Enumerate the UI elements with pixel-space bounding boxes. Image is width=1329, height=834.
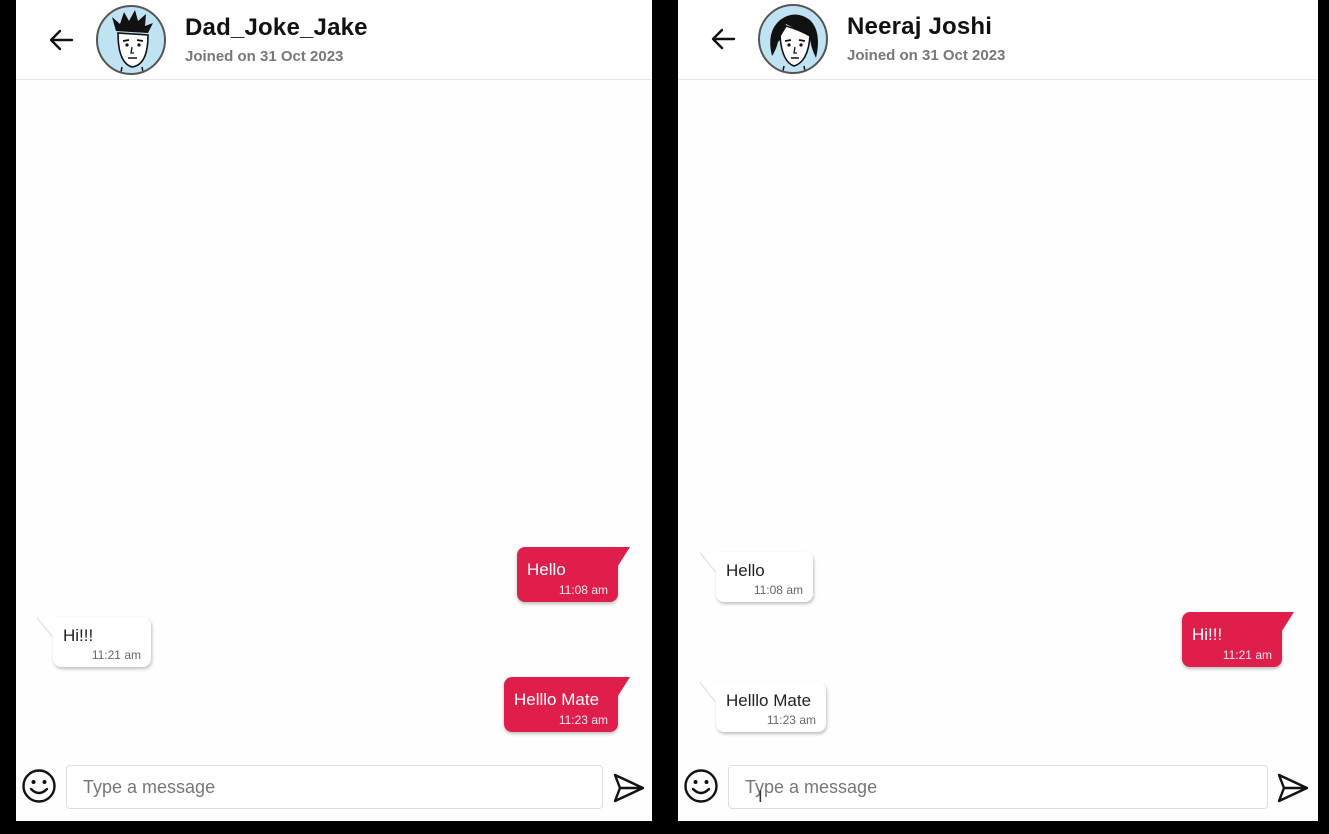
joined-date: Joined on 31 Oct 2023 — [185, 48, 344, 65]
smiley-icon — [684, 769, 718, 803]
message-received: Helllo Mate 11:23 am — [700, 682, 826, 732]
message-time: 11:21 am — [91, 648, 141, 662]
text-cursor-icon: I — [758, 787, 763, 806]
message-composer — [16, 760, 652, 818]
message-text: Hello — [726, 561, 765, 580]
chat-panel-left: Dad_Joke_Jake Joined on 31 Oct 2023 Hell… — [16, 0, 652, 821]
paper-plane-icon — [1277, 773, 1309, 803]
chat-header: Dad_Joke_Jake Joined on 31 Oct 2023 — [16, 0, 652, 80]
message-text: Hi!!! — [1192, 625, 1223, 644]
back-button[interactable] — [46, 25, 76, 55]
message-composer: I — [678, 760, 1318, 818]
message-time: 11:21 am — [1222, 648, 1272, 662]
message-input[interactable] — [66, 765, 603, 809]
message-time: 11:08 am — [558, 583, 608, 597]
back-button[interactable] — [708, 24, 738, 54]
paper-plane-icon — [613, 773, 645, 803]
contact-name: Dad_Joke_Jake — [185, 14, 368, 41]
message-sent: Helllo Mate 11:23 am — [504, 677, 630, 732]
message-sent: Hi!!! 11:21 am — [1182, 612, 1294, 667]
emoji-button[interactable] — [683, 768, 719, 804]
avatar-image — [770, 14, 818, 72]
send-button[interactable] — [1276, 771, 1310, 805]
message-text: Hello — [527, 560, 566, 579]
chat-panel-right: Neeraj Joshi Joined on 31 Oct 2023 Hello… — [678, 0, 1318, 821]
arrow-left-icon — [49, 29, 74, 51]
message-time: 11:08 am — [753, 583, 803, 597]
joined-date: Joined on 31 Oct 2023 — [847, 47, 1006, 64]
message-text: Helllo Mate — [726, 691, 812, 710]
avatar[interactable] — [96, 5, 166, 75]
arrow-left-icon — [711, 28, 736, 50]
message-received: Hello 11:08 am — [700, 552, 813, 602]
message-text: Hi!!! — [63, 626, 94, 645]
avatar[interactable] — [758, 4, 828, 74]
message-time: 11:23 am — [766, 713, 816, 727]
message-sent: Hello 11:08 am — [517, 547, 630, 602]
message-text: Helllo Mate — [514, 690, 600, 709]
avatar-image — [112, 10, 153, 73]
message-received: Hi!!! 11:21 am — [37, 617, 151, 667]
message-time: 11:23 am — [558, 713, 608, 727]
message-input[interactable] — [728, 765, 1268, 809]
contact-name: Neeraj Joshi — [847, 13, 993, 40]
smiley-icon — [22, 769, 56, 803]
emoji-button[interactable] — [21, 768, 57, 804]
chat-header: Neeraj Joshi Joined on 31 Oct 2023 — [678, 0, 1318, 80]
send-button[interactable] — [612, 771, 646, 805]
